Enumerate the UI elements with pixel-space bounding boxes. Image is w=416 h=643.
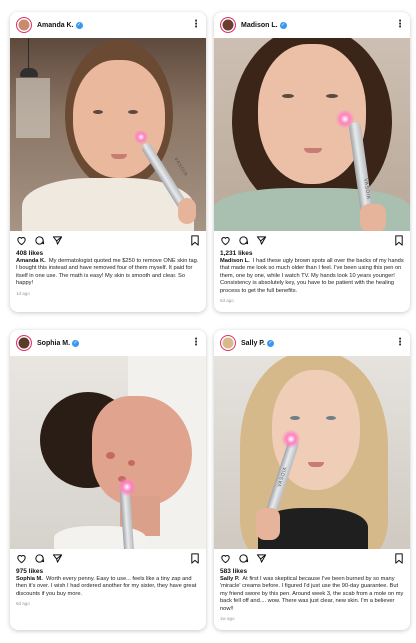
- heart-icon[interactable]: [16, 235, 27, 246]
- bookmark-icon[interactable]: [190, 234, 200, 246]
- verified-badge-icon: ✓: [267, 339, 275, 347]
- heart-icon[interactable]: [220, 553, 231, 564]
- avatar[interactable]: [16, 17, 32, 33]
- caption: Madison L. I had these ugly brown spots …: [214, 257, 410, 295]
- caption: Amanda K. My dermatologist quoted me $25…: [10, 257, 206, 288]
- action-bar: [214, 231, 410, 249]
- caption-username[interactable]: Madison L.: [220, 258, 250, 264]
- post-header: Sally P. ✓ ⋮: [214, 330, 410, 356]
- likes-count[interactable]: 975 likes: [10, 568, 206, 575]
- comment-icon[interactable]: [238, 235, 249, 246]
- caption-username[interactable]: Sally P.: [220, 576, 240, 582]
- send-icon[interactable]: [52, 235, 63, 246]
- caption: Sally P. At first I was skeptical becaus…: [214, 575, 410, 613]
- post-header: Sophia M. ✓ ⋮: [10, 330, 206, 356]
- comment-icon[interactable]: [238, 553, 249, 564]
- send-icon[interactable]: [256, 553, 267, 564]
- post-card: Madison L. ✓ ⋮ VASOIA 1,231 likes Madiso…: [214, 12, 410, 312]
- caption: Sophia M. Worth every penny. Easy to use…: [10, 575, 206, 598]
- post-header: Amanda K. ✓ ⋮: [10, 12, 206, 38]
- verified-badge-icon: ✓: [75, 21, 83, 29]
- post-header: Madison L. ✓ ⋮: [214, 12, 410, 38]
- comment-icon[interactable]: [34, 553, 45, 564]
- more-options-icon[interactable]: ⋮: [191, 338, 201, 348]
- bookmark-icon[interactable]: [190, 552, 200, 564]
- post-card: Amanda K. ✓ ⋮ VASOIA 408 likes Amanda K.…: [10, 12, 206, 312]
- post-time: 1w ago: [220, 616, 235, 622]
- post-time: 1d ago: [16, 290, 30, 296]
- heart-icon[interactable]: [220, 235, 231, 246]
- username[interactable]: Amanda K.: [37, 22, 74, 29]
- username[interactable]: Madison L.: [241, 22, 278, 29]
- post-card: Sophia M. ✓ ⋮ 975 likes Sophia M. Worth …: [10, 330, 206, 630]
- avatar[interactable]: [16, 335, 32, 351]
- caption-username[interactable]: Amanda K.: [16, 258, 46, 264]
- more-options-icon[interactable]: ⋮: [191, 20, 201, 30]
- send-icon[interactable]: [52, 553, 63, 564]
- caption-text: Worth every penny. Easy to use... feels …: [16, 576, 197, 597]
- action-bar: [10, 231, 206, 249]
- avatar[interactable]: [220, 335, 236, 351]
- likes-count[interactable]: 408 likes: [10, 250, 206, 257]
- post-photo[interactable]: [10, 356, 206, 549]
- post-card: Sally P. ✓ ⋮ VASOIA 583 likes Sally P. A…: [214, 330, 410, 630]
- more-options-icon[interactable]: ⋮: [395, 338, 405, 348]
- likes-count[interactable]: 1,231 likes: [214, 250, 410, 257]
- more-options-icon[interactable]: ⋮: [395, 20, 405, 30]
- username[interactable]: Sophia M.: [37, 340, 70, 347]
- verified-badge-icon: ✓: [72, 339, 80, 347]
- action-bar: [214, 549, 410, 567]
- post-photo[interactable]: VASOIA: [10, 38, 206, 231]
- likes-count[interactable]: 583 likes: [214, 568, 410, 575]
- username[interactable]: Sally P.: [241, 340, 265, 347]
- bookmark-icon[interactable]: [394, 234, 404, 246]
- bookmark-icon[interactable]: [394, 552, 404, 564]
- post-photo[interactable]: VASOIA: [214, 38, 410, 231]
- action-bar: [10, 549, 206, 567]
- avatar[interactable]: [220, 17, 236, 33]
- post-time: 6d ago: [16, 601, 30, 607]
- comment-icon[interactable]: [34, 235, 45, 246]
- verified-badge-icon: ✓: [279, 21, 287, 29]
- heart-icon[interactable]: [16, 553, 27, 564]
- send-icon[interactable]: [256, 235, 267, 246]
- post-photo[interactable]: VASOIA: [214, 356, 410, 549]
- caption-text: At first I was skeptical because I've be…: [220, 576, 404, 612]
- caption-username[interactable]: Sophia M.: [16, 576, 43, 582]
- post-time: 5d ago: [220, 298, 234, 304]
